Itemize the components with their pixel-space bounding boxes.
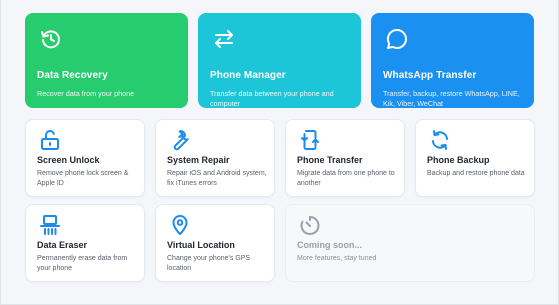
map-pin-icon (168, 213, 192, 237)
data-recovery-card[interactable]: Data Recovery Recover data from your pho… (25, 13, 188, 108)
timer-icon (298, 213, 322, 237)
card-description: Migrate data from one phone to another (297, 170, 395, 187)
card-title: System Repair (167, 155, 230, 165)
coming-soon-card: Coming soon... More features, stay tuned (285, 204, 535, 282)
phone-backup-card[interactable]: Phone Backup Backup and restore phone da… (415, 119, 535, 197)
card-description: Remove phone lock screen & Apple ID (37, 170, 129, 187)
toolbox-window: Data Recovery Recover data from your pho… (0, 0, 559, 305)
phone-transfer-icon (298, 128, 322, 152)
card-description: Backup and restore phone data (427, 170, 525, 177)
swap-arrows-icon (212, 27, 236, 51)
card-description: More features, stay tuned (297, 255, 377, 262)
card-description: Permanently erase data from your phone (37, 255, 128, 272)
system-repair-card[interactable]: System Repair Repair iOS and Android sys… (155, 119, 275, 197)
screen-unlock-card[interactable]: Screen Unlock Remove phone lock screen &… (25, 119, 145, 197)
card-title: Virtual Location (167, 240, 235, 250)
phone-manager-card[interactable]: Phone Manager Transfer data between your… (198, 13, 361, 108)
card-title: Phone Manager (210, 70, 286, 81)
card-description: Transfer data between your phone and com… (210, 89, 334, 108)
card-title: Phone Backup (427, 155, 490, 165)
data-eraser-card[interactable]: Data Eraser Permanently erase data from … (25, 204, 145, 282)
card-title: Data Eraser (37, 240, 88, 250)
card-description: Recover data from your phone (37, 89, 135, 98)
clock-restore-icon (39, 27, 63, 51)
phone-transfer-card[interactable]: Phone Transfer Migrate data from one pho… (285, 119, 405, 197)
card-title: Coming soon... (297, 240, 362, 250)
card-description: Change your phone's GPS location (167, 255, 251, 272)
virtual-location-card[interactable]: Virtual Location Change your phone's GPS… (155, 204, 275, 282)
shredder-icon (38, 213, 62, 237)
sync-icon (428, 128, 452, 152)
card-title: Phone Transfer (297, 155, 363, 165)
wrench-icon (168, 128, 192, 152)
card-title: WhatsApp Transfer (383, 70, 477, 81)
card-title: Screen Unlock (37, 155, 100, 165)
chat-bubble-icon (385, 27, 409, 51)
whatsapp-transfer-card[interactable]: WhatsApp Transfer Transfer, backup, rest… (371, 13, 534, 108)
card-description: Transfer, backup, restore WhatsApp, LINE… (383, 89, 520, 108)
unlock-icon (38, 128, 62, 152)
card-description: Repair iOS and Android system, fix iTune… (167, 170, 267, 187)
card-title: Data Recovery (37, 70, 108, 81)
